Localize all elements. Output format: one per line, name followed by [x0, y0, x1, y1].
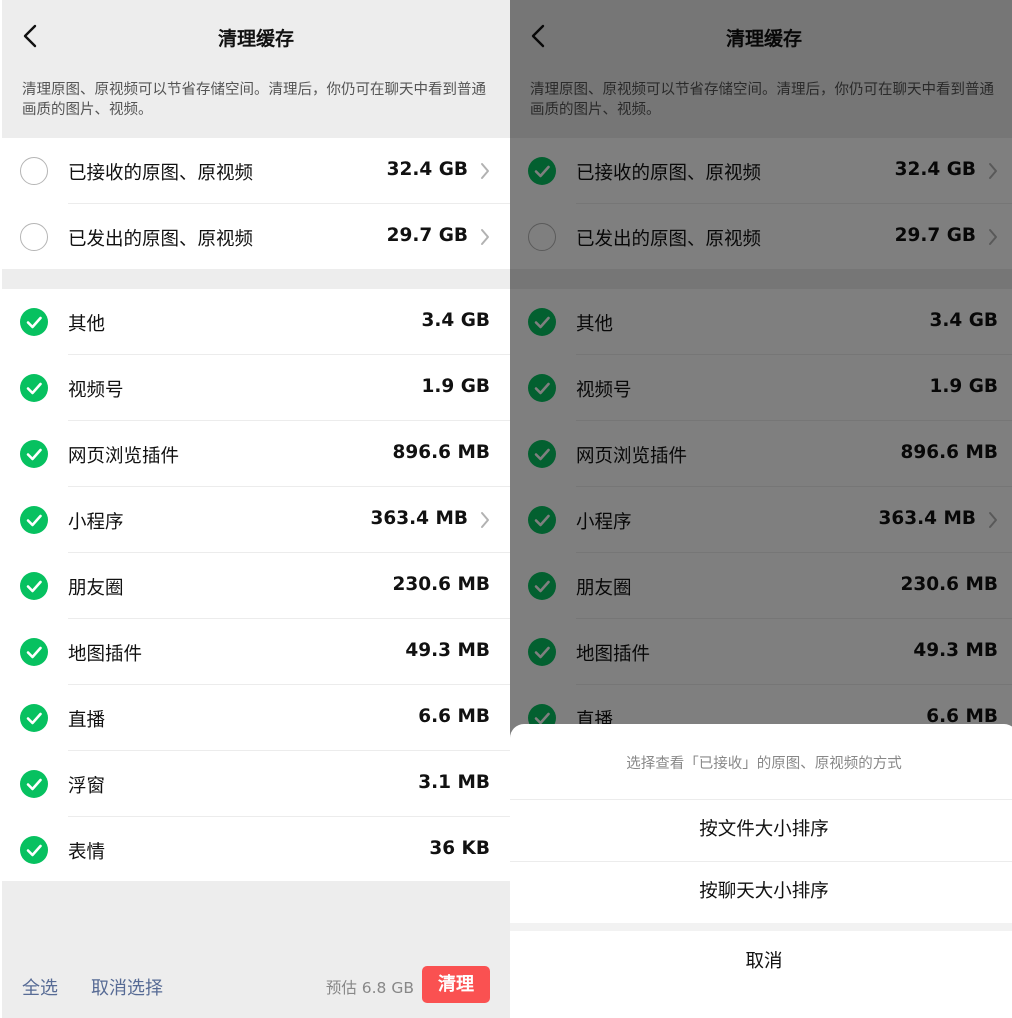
- cache-cleanup-screen: 清理缓存 清理原图、原视频可以节省存储空间。清理后，你仍可在聊天中看到普通画质的…: [2, 0, 510, 1018]
- check-circle-icon[interactable]: [20, 572, 48, 600]
- cache-cleanup-screen-with-sheet: 清理缓存 清理原图、原视频可以节省存储空间。清理后，你仍可在聊天中看到普通画质的…: [510, 0, 1012, 1018]
- page-title: 清理缓存: [217, 28, 294, 50]
- check-circle-icon[interactable]: [20, 638, 48, 666]
- row-size: 36 KB: [429, 838, 490, 859]
- row-label: 小程序: [68, 512, 124, 533]
- check-circle-icon[interactable]: [20, 704, 48, 732]
- row-label: 视频号: [68, 380, 124, 401]
- cache-row-live[interactable]: 直播 6.6 MB: [2, 685, 510, 751]
- row-label: 已接收的原图、原视频: [68, 163, 254, 184]
- select-all-button[interactable]: 全选: [22, 974, 58, 1000]
- original-sent-row[interactable]: 已发出的原图、原视频 29.7 GB: [2, 204, 510, 270]
- cache-row-channels[interactable]: 视频号 1.9 GB: [2, 355, 510, 421]
- row-label: 表情: [68, 842, 106, 863]
- row-size: 3.1 MB: [418, 772, 490, 793]
- cache-items-list: 其他 3.4 GB 视频号 1.9 GB 网页浏览插件 896.6 MB 小程序…: [2, 289, 510, 881]
- empty-circle-icon[interactable]: [20, 157, 48, 185]
- action-sheet: 选择查看「已接收」的原图、原视频的方式 按文件大小排序 按聊天大小排序 取消: [510, 724, 1012, 1018]
- row-size: 230.6 MB: [392, 574, 490, 595]
- row-size: 49.3 MB: [405, 640, 490, 661]
- estimate-text: 预估 6.8 GB: [325, 979, 414, 997]
- check-circle-icon[interactable]: [20, 836, 48, 864]
- original-media-list: 已接收的原图、原视频 32.4 GB 已发出的原图、原视频 29.7 GB: [2, 138, 510, 269]
- nav-bar: 清理缓存: [2, 0, 510, 72]
- original-received-row[interactable]: 已接收的原图、原视频 32.4 GB: [2, 138, 510, 204]
- clean-button[interactable]: 清理: [422, 966, 490, 1003]
- sort-by-chat-size-option[interactable]: 按聊天大小排序: [510, 862, 1012, 922]
- bottom-bar: 全选 取消选择 预估 6.8 GB 清理: [2, 950, 510, 1018]
- row-size: 29.7 GB: [386, 225, 468, 246]
- cache-row-floating-window[interactable]: 浮窗 3.1 MB: [2, 751, 510, 817]
- row-label: 直播: [68, 710, 106, 731]
- action-sheet-title: 选择查看「已接收」的原图、原视频的方式: [626, 756, 902, 772]
- row-size: 3.4 GB: [421, 310, 491, 331]
- check-circle-icon[interactable]: [20, 506, 48, 534]
- empty-circle-icon[interactable]: [20, 223, 48, 251]
- cache-row-web-plugin[interactable]: 网页浏览插件 896.6 MB: [2, 421, 510, 487]
- check-circle-icon[interactable]: [20, 440, 48, 468]
- row-label: 朋友圈: [68, 578, 124, 599]
- cache-row-stickers[interactable]: 表情 36 KB: [2, 817, 510, 883]
- chevron-right-icon: [481, 229, 489, 245]
- check-circle-icon[interactable]: [20, 308, 48, 336]
- row-label: 其他: [68, 314, 106, 335]
- cache-row-map-plugin[interactable]: 地图插件 49.3 MB: [2, 619, 510, 685]
- row-label: 浮窗: [68, 776, 106, 797]
- cache-row-other[interactable]: 其他 3.4 GB: [2, 289, 510, 355]
- row-size: 32.4 GB: [386, 159, 468, 180]
- chevron-right-icon: [481, 163, 489, 179]
- row-label: 已发出的原图、原视频: [68, 229, 254, 250]
- row-size: 1.9 GB: [421, 376, 491, 397]
- cache-row-moments[interactable]: 朋友圈 230.6 MB: [2, 553, 510, 619]
- sort-by-file-size-option[interactable]: 按文件大小排序: [510, 800, 1012, 860]
- row-label: 地图插件: [68, 644, 143, 665]
- row-size: 6.6 MB: [418, 706, 490, 727]
- cache-row-mini-programs[interactable]: 小程序 363.4 MB: [2, 487, 510, 553]
- check-circle-icon[interactable]: [20, 374, 48, 402]
- chevron-right-icon: [481, 512, 489, 528]
- row-size: 896.6 MB: [392, 442, 490, 463]
- divider: [510, 923, 1012, 931]
- row-size: 363.4 MB: [370, 508, 468, 529]
- deselect-button[interactable]: 取消选择: [91, 974, 163, 1000]
- cancel-button[interactable]: 取消: [510, 932, 1012, 992]
- row-label: 网页浏览插件: [68, 446, 180, 467]
- check-circle-icon[interactable]: [20, 770, 48, 798]
- page-description: 清理原图、原视频可以节省存储空间。清理后，你仍可在聊天中看到普通画质的图片、视频…: [22, 82, 486, 118]
